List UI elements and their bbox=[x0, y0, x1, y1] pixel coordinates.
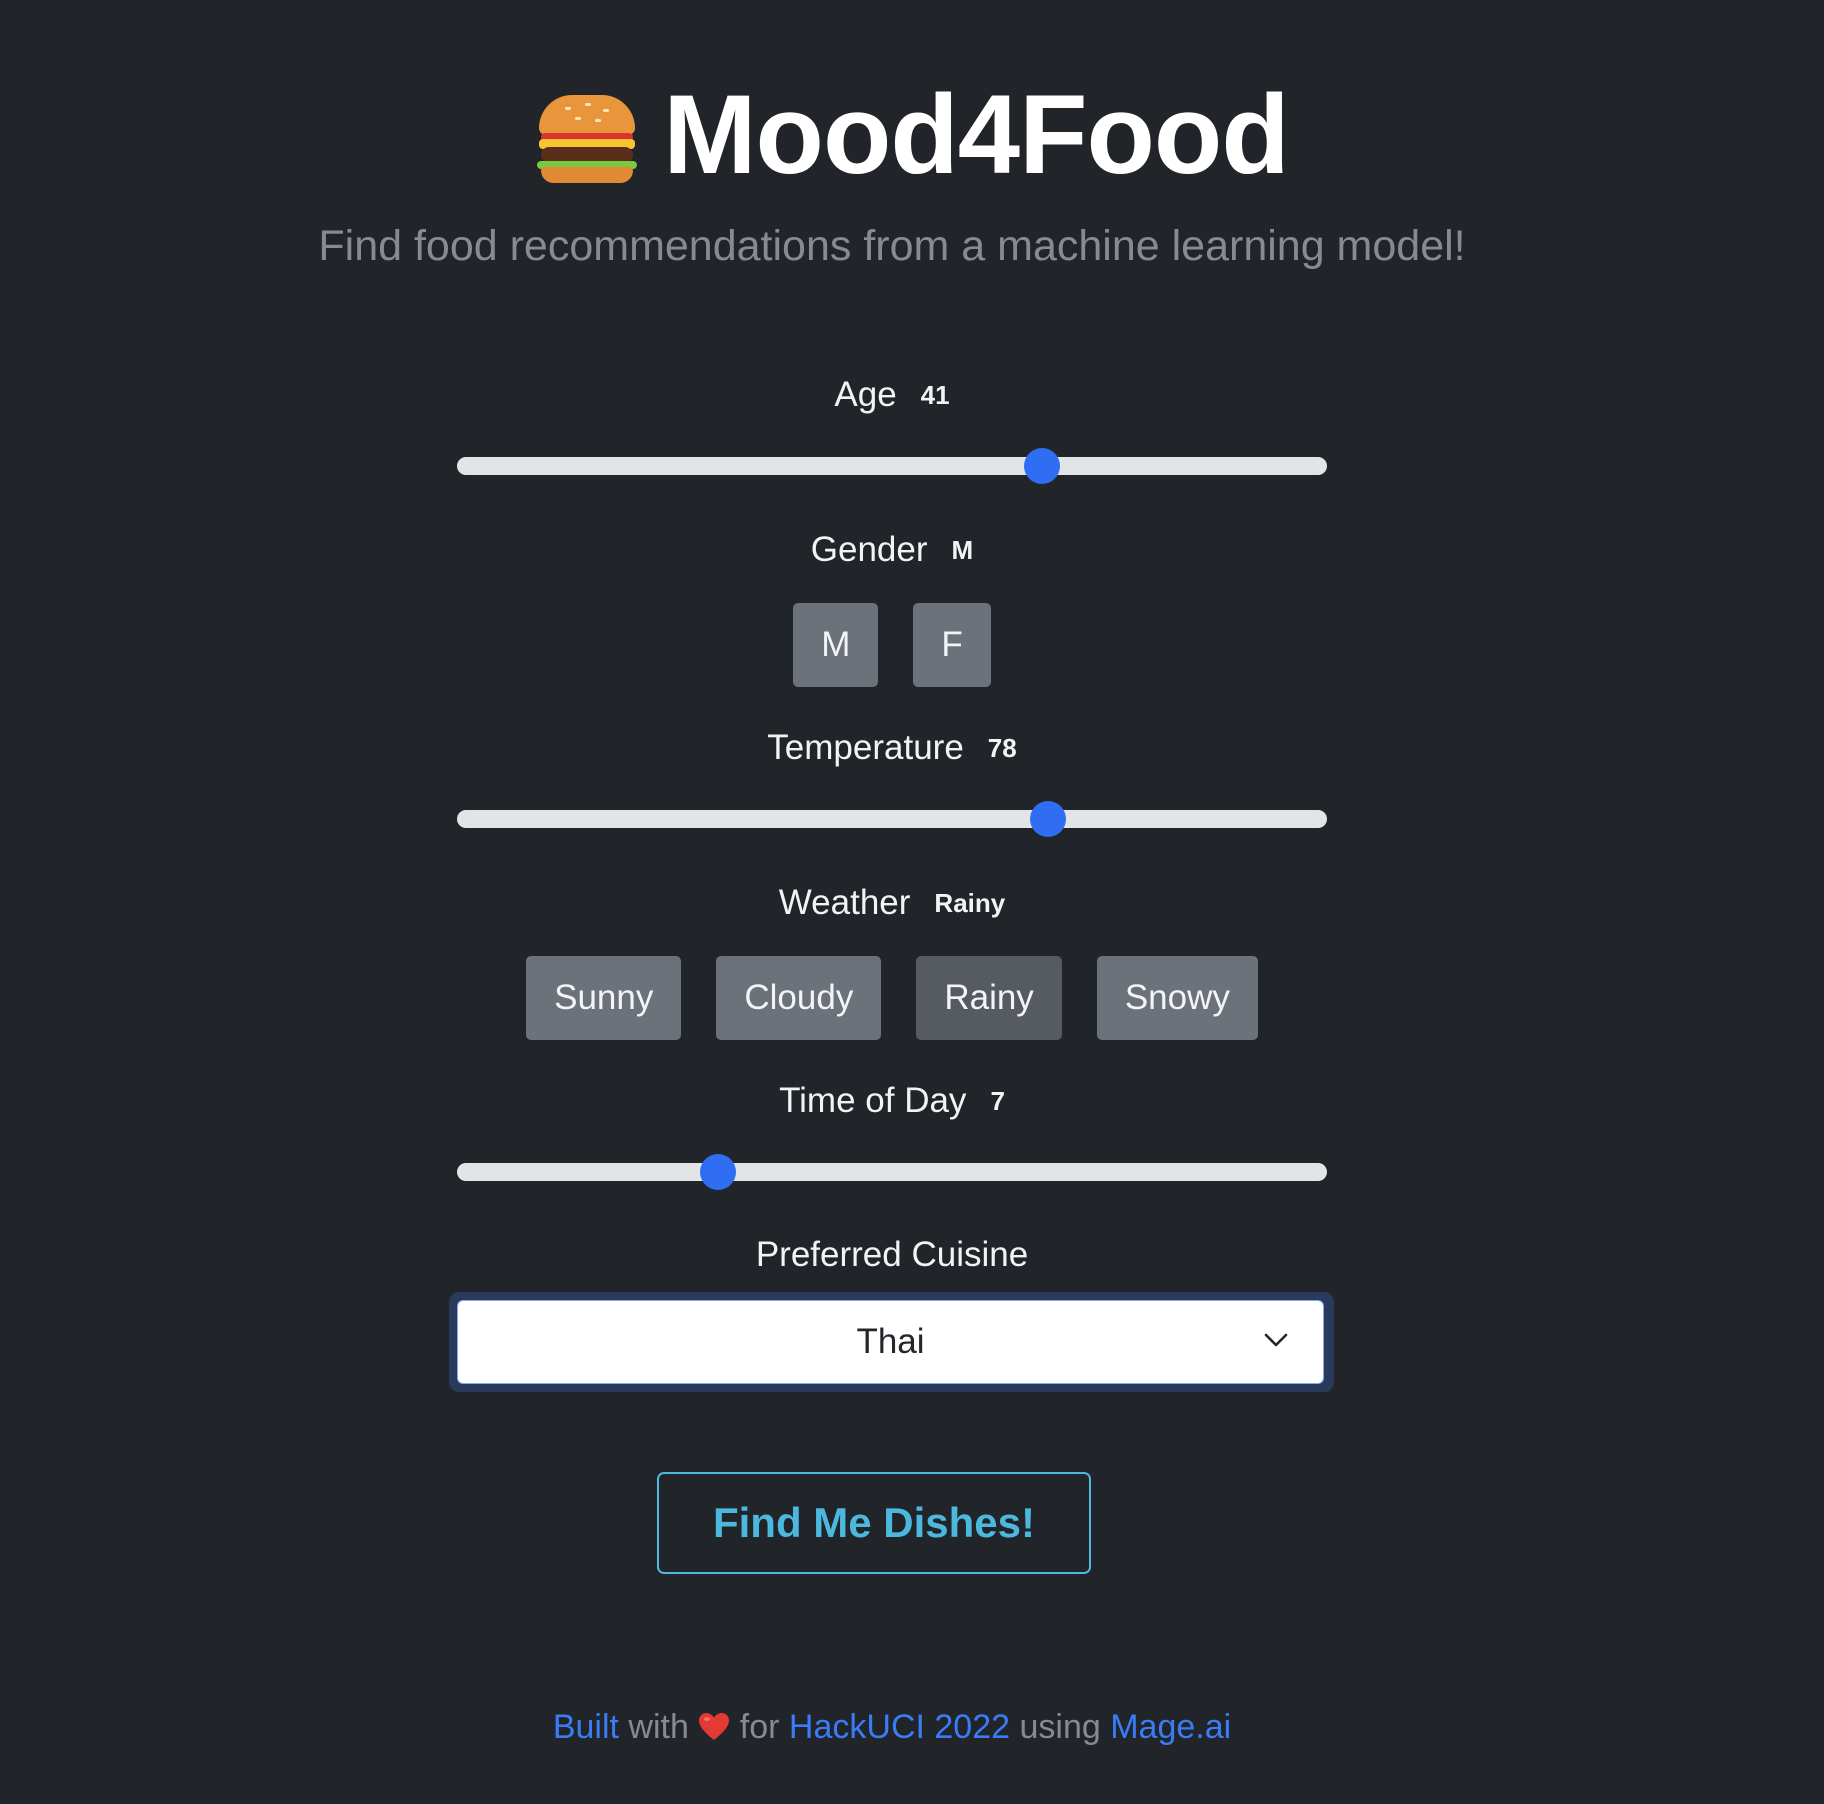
weather-value: Rainy bbox=[934, 888, 1006, 918]
footer-with-text: with bbox=[628, 1708, 689, 1746]
cuisine-label: Preferred Cuisine bbox=[755, 1235, 1029, 1274]
weather-option-snowy[interactable]: Snowy bbox=[1096, 956, 1258, 1040]
time-of-day-label: Time of Day 7 bbox=[0, 1081, 1784, 1121]
gender-label-text: Gender bbox=[810, 530, 928, 569]
time-of-day-slider-track[interactable] bbox=[457, 1163, 1327, 1181]
weather-button-group: Sunny Cloudy Rainy Snowy bbox=[0, 956, 1784, 1040]
weather-option-sunny[interactable]: Sunny bbox=[526, 956, 682, 1040]
temperature-label-text: Temperature bbox=[767, 728, 964, 767]
gender-option-f[interactable]: F bbox=[913, 603, 991, 687]
find-dishes-button[interactable]: Find Me Dishes! bbox=[657, 1472, 1091, 1574]
weather-option-rainy[interactable]: Rainy bbox=[916, 956, 1062, 1040]
weather-option-cloudy[interactable]: Cloudy bbox=[716, 956, 882, 1040]
gender-option-m[interactable]: M bbox=[793, 603, 879, 687]
age-value: 41 bbox=[920, 380, 950, 410]
gender-button-group: M F bbox=[0, 603, 1784, 687]
cuisine-select-focus-ring: Thai bbox=[449, 1292, 1334, 1392]
time-of-day-label-text: Time of Day bbox=[779, 1081, 967, 1120]
weather-label-text: Weather bbox=[778, 883, 911, 922]
chevron-down-icon bbox=[1264, 1333, 1288, 1347]
app-title-text: Mood4Food bbox=[663, 72, 1289, 197]
age-slider-track[interactable] bbox=[457, 457, 1327, 475]
footer-event-link[interactable]: HackUCI 2022 bbox=[789, 1708, 1010, 1746]
heart-icon bbox=[699, 1713, 730, 1740]
footer-tool-link[interactable]: Mage.ai bbox=[1110, 1708, 1231, 1746]
time-of-day-slider[interactable] bbox=[457, 1154, 1327, 1190]
weather-label: Weather Rainy bbox=[0, 883, 1784, 923]
temperature-value: 78 bbox=[987, 733, 1017, 763]
age-slider[interactable] bbox=[457, 448, 1327, 484]
page: Mood4Food Find food recommendations from… bbox=[0, 0, 1824, 1804]
cuisine-selected-value: Thai bbox=[856, 1322, 925, 1361]
footer-built-link[interactable]: Built bbox=[553, 1708, 619, 1746]
footer-using-text: using bbox=[1019, 1708, 1101, 1746]
burger-icon bbox=[535, 85, 639, 185]
age-slider-thumb[interactable] bbox=[1023, 448, 1060, 484]
age-label: Age 41 bbox=[0, 375, 1784, 415]
app-subtitle: Find food recommendations from a machine… bbox=[318, 222, 1466, 270]
app-title: Mood4Food bbox=[535, 70, 1290, 200]
cuisine-select[interactable]: Thai bbox=[457, 1300, 1324, 1384]
time-of-day-value: 7 bbox=[990, 1086, 1005, 1116]
age-label-text: Age bbox=[834, 375, 897, 414]
temperature-slider[interactable] bbox=[457, 801, 1327, 837]
header: Mood4Food bbox=[0, 70, 1824, 200]
footer: Built with for HackUCI 2022 using Mage.a… bbox=[0, 1708, 1784, 1747]
temperature-slider-track[interactable] bbox=[457, 810, 1327, 828]
gender-value: M bbox=[951, 535, 974, 565]
time-of-day-slider-thumb[interactable] bbox=[700, 1154, 736, 1190]
gender-label: Gender M bbox=[0, 530, 1784, 570]
footer-for-text: for bbox=[739, 1708, 780, 1746]
temperature-slider-thumb[interactable] bbox=[1029, 801, 1066, 837]
temperature-label: Temperature 78 bbox=[0, 728, 1784, 768]
